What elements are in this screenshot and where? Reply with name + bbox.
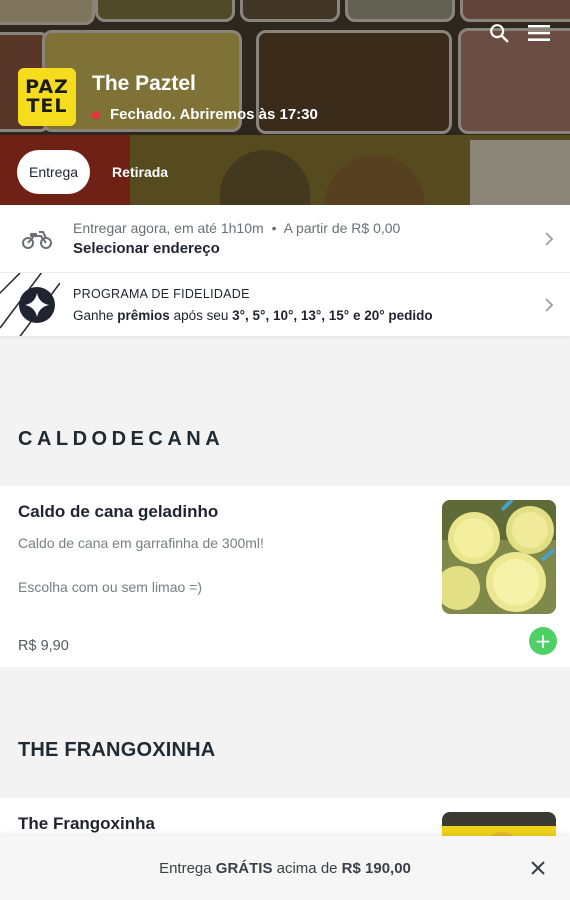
chevron-right-icon [545,231,554,246]
product-price: R$ 9,90 [18,638,69,654]
loyalty-subtitle: Ganhe prêmios após seu 3°, 5°, 10°, 13°,… [73,308,433,323]
chevron-right-icon [545,297,554,312]
order-mode-tabs: Entrega Retirada [17,150,180,194]
loyalty-sub-bold2: 3°, 5°, 10°, 13°, 15° e 20° pedido [232,307,433,323]
product-desc-line: Escolha com ou sem limao =) [18,579,203,595]
banner-mid: acima de [272,859,342,877]
menu-icon[interactable] [526,20,552,46]
loyalty-title: PROGRAMA DE FIDELIDADE [73,286,250,301]
add-to-cart-button[interactable]: + [529,627,557,655]
status-dot [92,110,100,119]
banner-bold2: R$ 190,00 [341,859,411,877]
logo-text-bottom: TEL [26,95,68,117]
delivery-minimum: A partir de R$ 0,00 [283,220,401,236]
store-status-text: Fechado. Abriremos às 17:30 [110,106,318,123]
loyalty-program-row[interactable]: PROGRAMA DE FIDELIDADE Ganhe prêmios apó… [0,273,570,336]
delivery-info-row[interactable]: Entregar agora, em até 1h10m • A partir … [0,205,570,273]
product-name: Caldo de cana geladinho [18,502,219,521]
product-description: Caldo de cana em garrafinha de 300ml! Es… [18,532,418,598]
store-status: Fechado. Abriremos às 17:30 [92,106,318,123]
delivery-separator: • [271,220,277,236]
banner-pre: Entrega [159,859,216,877]
free-delivery-banner: Entrega GRÁTIS acima de R$ 190,00 [0,836,570,900]
product-name: The Frangoxinha [18,814,155,833]
delivery-time: Entregar agora, em até 1h10m [73,220,264,236]
star-badge-icon [18,286,56,324]
product-image [442,500,556,614]
search-icon[interactable] [486,20,512,46]
banner-bold1: GRÁTIS [215,859,273,877]
product-desc-line: Caldo de cana em garrafinha de 300ml! [18,535,264,551]
product-card[interactable]: Caldo de cana geladinho Caldo de cana em… [0,486,570,667]
close-icon[interactable] [528,858,548,878]
loyalty-sub-mid: após seu [169,307,233,323]
free-delivery-text: Entrega GRÁTIS acima de R$ 190,00 [159,860,411,877]
store-logo: PAZ TEL [18,68,76,126]
tab-retirada[interactable]: Retirada [100,150,180,194]
tab-entrega[interactable]: Entrega [17,150,91,194]
motorcycle-icon [18,220,56,258]
section-title: CALDODECANA [18,428,225,450]
section-title: THE FRANGOXINHA [18,739,216,761]
select-address-label: Selecionar endereço [73,240,220,257]
loyalty-sub-pre: Ganhe [73,307,118,323]
delivery-eta: Entregar agora, em até 1h10m • A partir … [73,220,400,236]
store-hero: PAZ TEL The Paztel Fechado. Abriremos às… [0,0,570,205]
loyalty-sub-bold1: prêmios [117,307,170,323]
store-name: The Paztel [92,72,196,95]
